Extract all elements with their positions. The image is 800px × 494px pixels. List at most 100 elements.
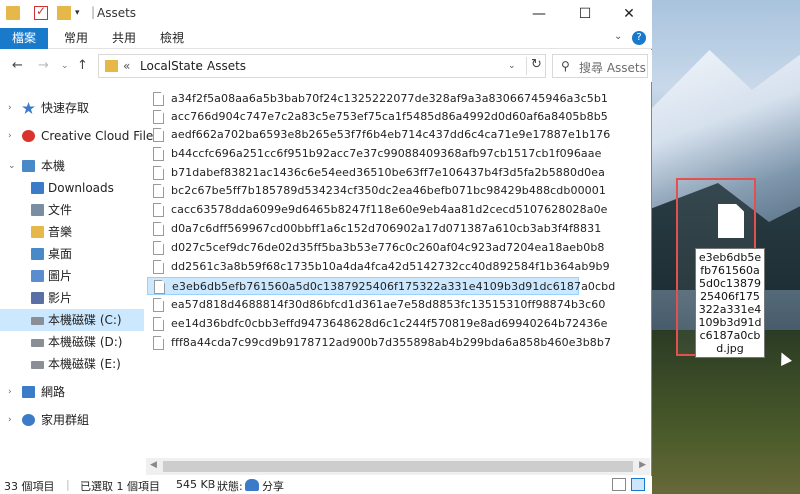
status-separator: | [207, 478, 211, 491]
selection-count: 已選取 1 個項目 [80, 480, 160, 493]
list-item[interactable]: a34f2f5a08aa6a5b3bab70f24c1325222077de32… [147, 90, 608, 108]
file-icon [718, 204, 744, 238]
file-icon [153, 128, 164, 142]
large-icons-view-icon[interactable] [631, 478, 645, 491]
documents-folder-icon [31, 204, 44, 216]
sidebar-item-music[interactable]: 音樂 [0, 221, 144, 243]
rename-input[interactable]: e3eb6db5efb761560a5d0c1387925406f175322a… [695, 248, 765, 358]
drive-e-icon [31, 361, 44, 369]
forward-button[interactable]: → [38, 58, 49, 73]
sidebar-item-this-pc[interactable]: ⌄ 本機 [0, 155, 144, 177]
list-item[interactable]: ea57d818d4688814f30d86bfcd1d361ae7e58d88… [147, 296, 605, 314]
list-item[interactable]: d0a7c6dff569967cd00bbff1a6c152d706902a17… [147, 220, 601, 238]
file-icon [153, 110, 164, 124]
sidebar-item-label: 快速存取 [41, 101, 90, 115]
list-item[interactable]: ee14d36bdfc0cbb3effd9473648628d6c1c244f5… [147, 315, 607, 333]
recent-locations-icon[interactable]: ⌄ [61, 61, 69, 71]
sidebar-item-drive-d[interactable]: 本機磁碟 (D:) [0, 331, 144, 353]
list-item[interactable]: b71dabef83821ac1436c6e54eed36510be63ff7e… [147, 164, 605, 182]
sidebar-item-quick-access[interactable]: › 快速存取 [0, 97, 144, 119]
address-dropdown-icon[interactable]: ⌄ [508, 61, 516, 71]
explorer-window: ▾ | Assets — ☐ ✕ 檔案 常用 共用 檢視 ⌄ ? ← → ⌄ ↑… [0, 0, 652, 494]
list-item[interactable]: d027c5cef9dc76de02d35ff5ba3b53e776c0c260… [147, 239, 604, 257]
tab-home[interactable]: 常用 [52, 28, 100, 49]
list-item[interactable]: fff8a44cda7c99cd9b9178712ad900b7d355898a… [147, 334, 611, 352]
scroll-right-icon[interactable]: ▶ [639, 460, 646, 470]
sidebar-item-network[interactable]: › 網路 [0, 381, 144, 403]
sidebar-item-label: Creative Cloud Files [41, 129, 160, 143]
chevron-right-icon[interactable]: › [8, 409, 12, 431]
list-item[interactable]: b44ccfc696a251cc6f951b92acc7e37c99088409… [147, 145, 601, 163]
sidebar-item-label: 音樂 [48, 225, 73, 239]
file-icon [153, 298, 164, 312]
file-icon [153, 92, 164, 106]
desktop-file-rename[interactable]: e3eb6db5efb761560a5d0c1387925406f175322a… [676, 178, 765, 358]
sidebar-item-homegroup[interactable]: › 家用群組 [0, 409, 144, 431]
list-item[interactable]: acc766d904c747e7c2a83c5e753ef75ca1f5485d… [147, 108, 608, 126]
sidebar-item-label: 本機磁碟 (D:) [48, 335, 123, 349]
pictures-folder-icon [31, 270, 44, 282]
list-item[interactable]: aedf662a702ba6593e8b265e53f7f6b4eb714c43… [147, 126, 610, 144]
file-icon [153, 147, 164, 161]
list-item[interactable]: bc2c67be5ff7b185789d534234cf350dc2ea46be… [147, 182, 606, 200]
computer-icon [22, 160, 35, 172]
chevron-down-icon[interactable]: ⌄ [8, 155, 16, 177]
chevron-right-icon[interactable]: › [8, 381, 12, 403]
chevron-right-icon[interactable]: › [8, 97, 12, 119]
folder-icon [105, 60, 118, 72]
horizontal-scrollbar[interactable]: ◀ ▶ [146, 458, 650, 475]
file-name: fff8a44cda7c99cd9b9178712ad900b7d355898a… [171, 336, 612, 349]
sidebar-item-drive-e[interactable]: 本機磁碟 (E:) [0, 353, 144, 375]
sidebar-item-pictures[interactable]: 圖片 [0, 265, 144, 287]
title-bar[interactable]: ▾ | Assets — ☐ ✕ [0, 0, 652, 28]
breadcrumb-localstate[interactable]: LocalState [140, 59, 203, 73]
tab-file[interactable]: 檔案 [0, 28, 48, 49]
sidebar-item-downloads[interactable]: Downloads [0, 177, 144, 199]
file-list[interactable]: a34f2f5a08aa6a5b3bab70f24c1325222077de32… [144, 84, 650, 454]
sidebar-item-desktop[interactable]: 桌面 [0, 243, 144, 265]
sidebar-item-label: 本機磁碟 (E:) [48, 357, 121, 371]
sidebar-item-drive-c[interactable]: 本機磁碟 (C:) [0, 309, 144, 331]
tab-view[interactable]: 檢視 [148, 28, 196, 49]
search-input[interactable]: 搜尋 Assets [579, 59, 646, 76]
list-item[interactable]: dd2561c3a8b59f68c1735b10a4da4fca42d51427… [147, 258, 610, 276]
back-button[interactable]: ← [12, 58, 23, 73]
list-item-selected[interactable]: e3eb6db5efb761560a5d0c1387925406f175322a… [147, 277, 615, 295]
file-icon [153, 184, 164, 198]
sidebar-item-videos[interactable]: 影片 [0, 287, 144, 309]
drive-d-icon [31, 339, 44, 347]
close-button[interactable]: ✕ [606, 0, 652, 28]
scroll-left-icon[interactable]: ◀ [150, 460, 157, 470]
refresh-button[interactable]: ↻ [526, 57, 546, 75]
search-icon: ⚲ [561, 59, 570, 73]
breadcrumb-separator[interactable]: › [195, 59, 200, 73]
sidebar-item-label: 家用群組 [41, 413, 90, 427]
address-bar[interactable]: « LocalState › Assets ⌄ ↻ [98, 54, 546, 78]
maximize-button[interactable]: ☐ [562, 0, 608, 28]
up-button[interactable]: ↑ [77, 58, 88, 73]
drive-c-icon [31, 317, 44, 325]
status-separator: | [66, 478, 70, 491]
sidebar-item-documents[interactable]: 文件 [0, 199, 144, 221]
help-icon[interactable]: ? [632, 31, 646, 45]
ribbon-tabs: 檔案 常用 共用 檢視 ⌄ ? [0, 28, 652, 49]
scrollbar-thumb[interactable] [163, 461, 633, 472]
file-name: b71dabef83821ac1436c6e54eed36510be63ff7e… [171, 166, 605, 179]
search-box[interactable]: ⚲ 搜尋 Assets [552, 54, 648, 78]
file-name: e3eb6db5efb761560a5d0c1387925406f175322a… [172, 280, 616, 293]
file-name: dd2561c3a8b59f68c1735b10a4da4fca42d51427… [171, 260, 610, 273]
star-icon [22, 102, 35, 114]
list-item[interactable]: cacc63578dda6099e9d6465b8247f118e60e9eb4… [147, 201, 607, 219]
details-view-icon[interactable] [612, 478, 626, 491]
breadcrumb-assets[interactable]: Assets [207, 59, 246, 73]
breadcrumb-overflow[interactable]: « [123, 59, 130, 73]
chevron-right-icon[interactable]: › [8, 125, 12, 147]
sidebar-item-creative-cloud[interactable]: › Creative Cloud Files [0, 125, 160, 147]
expand-ribbon-icon[interactable]: ⌄ [614, 31, 622, 42]
properties-quick-access-icon[interactable] [34, 4, 48, 20]
tab-share[interactable]: 共用 [100, 28, 148, 49]
customize-quick-access-icon[interactable]: ▾ [75, 8, 89, 22]
downloads-folder-icon [31, 182, 44, 194]
minimize-button[interactable]: — [516, 0, 562, 28]
new-folder-quick-access-icon[interactable] [57, 6, 71, 20]
